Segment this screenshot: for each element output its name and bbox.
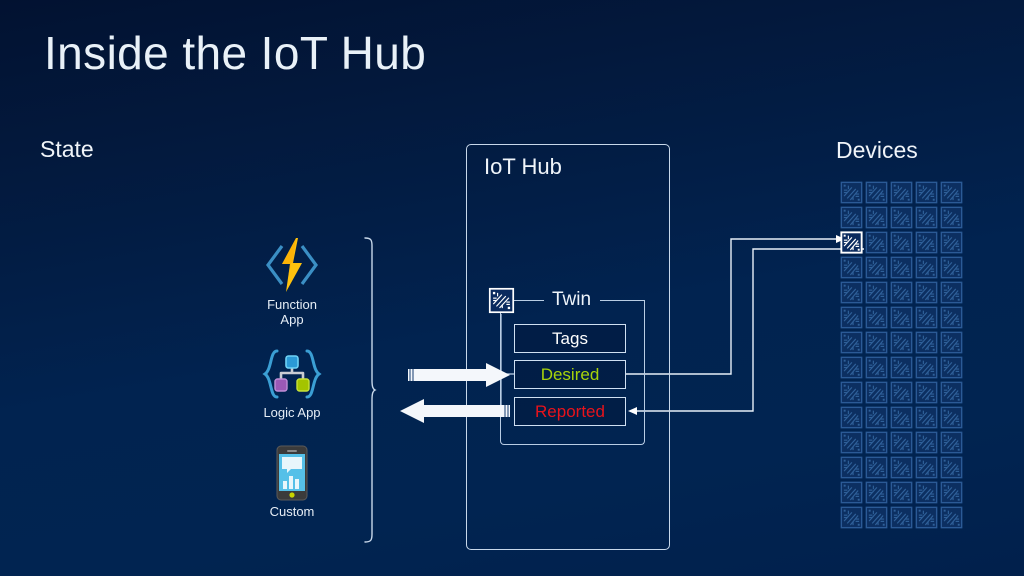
write-desired-properties-arrow — [408, 363, 510, 387]
device-cell[interactable] — [889, 380, 914, 405]
device-cell[interactable] — [839, 405, 864, 430]
device-cell[interactable] — [839, 480, 864, 505]
twin-row-reported[interactable]: Reported — [514, 397, 626, 426]
device-cell[interactable] — [864, 380, 889, 405]
device-cell[interactable] — [864, 255, 889, 280]
device-cell[interactable] — [914, 205, 939, 230]
device-cell[interactable] — [864, 455, 889, 480]
device-cell[interactable] — [889, 355, 914, 380]
device-cell[interactable] — [864, 205, 889, 230]
device-cell[interactable] — [839, 330, 864, 355]
device-cell[interactable] — [939, 430, 964, 455]
device-cell[interactable] — [889, 305, 914, 330]
device-cell[interactable] — [939, 205, 964, 230]
device-cell[interactable] — [889, 505, 914, 530]
device-cell[interactable] — [914, 330, 939, 355]
function-app-item[interactable]: Function App — [246, 236, 338, 328]
device-cell[interactable] — [889, 405, 914, 430]
device-cell[interactable] — [839, 505, 864, 530]
device-cell[interactable] — [939, 330, 964, 355]
custom-item[interactable]: Custom — [248, 445, 336, 520]
device-cell[interactable] — [889, 330, 914, 355]
device-cell[interactable] — [839, 255, 864, 280]
device-cell[interactable] — [864, 180, 889, 205]
device-cell-active[interactable] — [839, 230, 864, 255]
device-cell[interactable] — [914, 380, 939, 405]
twin-row-desired[interactable]: Desired — [514, 360, 626, 389]
device-cell[interactable] — [864, 430, 889, 455]
device-cell[interactable] — [914, 480, 939, 505]
device-cell[interactable] — [864, 230, 889, 255]
device-cell[interactable] — [914, 405, 939, 430]
device-cell[interactable] — [839, 355, 864, 380]
function-app-label-line2: App — [280, 311, 304, 327]
logic-app-label: Logic App — [263, 405, 321, 420]
device-cell[interactable] — [939, 180, 964, 205]
page-title: Inside the IoT Hub — [44, 27, 427, 79]
mobile-device-chart-icon — [248, 445, 336, 501]
device-cell[interactable] — [839, 180, 864, 205]
chip-icon — [488, 287, 515, 314]
device-cell[interactable] — [914, 505, 939, 530]
device-cell[interactable] — [939, 480, 964, 505]
device-cell[interactable] — [939, 355, 964, 380]
device-cell[interactable] — [939, 305, 964, 330]
device-cell[interactable] — [889, 205, 914, 230]
devices-column-heading: Devices — [836, 137, 918, 163]
device-cell[interactable] — [864, 405, 889, 430]
device-cell[interactable] — [889, 430, 914, 455]
device-cell[interactable] — [889, 255, 914, 280]
twin-label: Twin — [552, 289, 592, 310]
device-cell[interactable] — [864, 355, 889, 380]
device-cell[interactable] — [839, 205, 864, 230]
device-cell[interactable] — [914, 430, 939, 455]
device-cell[interactable] — [889, 455, 914, 480]
device-cell[interactable] — [864, 480, 889, 505]
device-cell[interactable] — [864, 280, 889, 305]
device-cell[interactable] — [914, 305, 939, 330]
device-cell[interactable] — [839, 380, 864, 405]
device-cell[interactable] — [889, 180, 914, 205]
device-cell[interactable] — [939, 505, 964, 530]
device-cell[interactable] — [914, 355, 939, 380]
twin-row-tags[interactable]: Tags — [514, 324, 626, 353]
azure-logic-app-braces-icon — [244, 347, 340, 402]
device-cell[interactable] — [889, 480, 914, 505]
device-cell[interactable] — [914, 280, 939, 305]
device-cell[interactable] — [939, 230, 964, 255]
device-cell[interactable] — [939, 280, 964, 305]
device-cell[interactable] — [914, 230, 939, 255]
logic-app-item[interactable]: Logic App — [244, 347, 340, 421]
device-cell[interactable] — [864, 505, 889, 530]
devices-grid — [839, 180, 964, 530]
device-cell[interactable] — [939, 255, 964, 280]
state-grouping-bracket — [363, 237, 377, 543]
device-cell[interactable] — [914, 455, 939, 480]
device-cell[interactable] — [939, 380, 964, 405]
device-cell[interactable] — [864, 305, 889, 330]
device-cell[interactable] — [839, 280, 864, 305]
azure-function-lightning-icon — [246, 236, 338, 294]
state-column-heading: State — [40, 136, 94, 162]
custom-label: Custom — [269, 504, 315, 519]
device-cell[interactable] — [939, 405, 964, 430]
device-cell[interactable] — [839, 430, 864, 455]
device-cell[interactable] — [914, 180, 939, 205]
read-reported-properties-arrow — [400, 399, 510, 423]
device-cell[interactable] — [839, 455, 864, 480]
twin-rule-right — [600, 300, 645, 301]
device-cell[interactable] — [839, 305, 864, 330]
device-cell[interactable] — [914, 255, 939, 280]
function-app-label-line1: Function — [267, 297, 317, 312]
device-cell[interactable] — [939, 455, 964, 480]
iot-hub-title: IoT Hub — [484, 154, 562, 179]
device-cell[interactable] — [889, 230, 914, 255]
device-cell[interactable] — [864, 330, 889, 355]
device-cell[interactable] — [889, 280, 914, 305]
